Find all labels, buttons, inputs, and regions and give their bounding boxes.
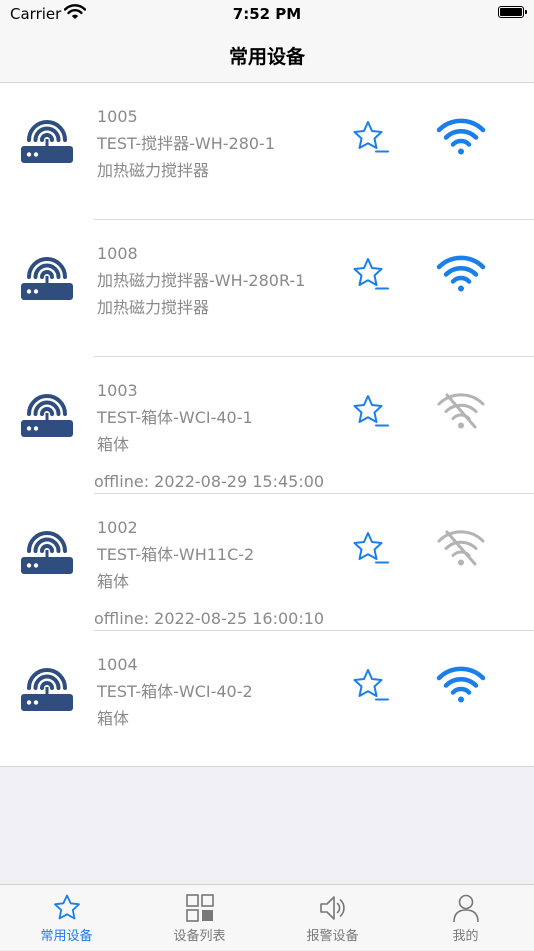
battery-icon xyxy=(498,6,527,18)
device-cell-1004[interactable]: 1004 TEST-箱体-WCI-40-2 箱体 xyxy=(0,631,534,768)
remove-favorite-button[interactable] xyxy=(350,667,390,705)
wifi-icon xyxy=(436,117,486,157)
star-minus-icon xyxy=(350,395,390,435)
status-bar: Carrier 7:52 PM xyxy=(0,0,534,30)
device-cell-1008[interactable]: 1008 加热磁力搅拌器-WH-280R-1 加热磁力搅拌器 xyxy=(0,220,534,357)
device-cell-1005[interactable]: 1005 TEST-搅拌器-WH-280-1 加热磁力搅拌器 xyxy=(0,83,534,220)
star-icon xyxy=(53,894,80,920)
device-id: 1005 xyxy=(97,107,138,126)
speaker-icon xyxy=(319,896,345,920)
navigation-bar: 常用设备 xyxy=(0,30,534,83)
wifi-off-icon xyxy=(436,391,486,431)
tab-bar: 常用设备 设备列表 报警设备 我的 xyxy=(0,884,534,950)
remove-favorite-button[interactable] xyxy=(350,119,390,157)
tab-label: 设备列表 xyxy=(173,929,226,944)
device-id: 1004 xyxy=(97,655,138,674)
device-name: 加热磁力搅拌器-WH-280R-1 xyxy=(97,271,306,290)
router-icon xyxy=(20,113,74,167)
tab-label: 报警设备 xyxy=(306,929,359,944)
offline-time: offline: 2022-08-25 16:00:10 xyxy=(94,609,325,628)
device-name: TEST-搅拌器-WH-280-1 xyxy=(97,134,276,153)
router-icon xyxy=(20,524,74,578)
router-icon xyxy=(20,661,74,715)
device-info: 1008 加热磁力搅拌器-WH-280R-1 加热磁力搅拌器 xyxy=(97,240,305,321)
device-id: 1002 xyxy=(97,518,138,537)
star-minus-icon xyxy=(350,121,390,161)
tab-device-list[interactable]: 设备列表 xyxy=(133,885,266,951)
device-type: 箱体 xyxy=(97,572,130,591)
star-minus-icon xyxy=(350,532,390,572)
device-info: 1002 TEST-箱体-WH11C-2 箱体 xyxy=(97,514,254,595)
device-cell-1002[interactable]: 1002 TEST-箱体-WH11C-2 箱体 offline: 2022-08-25… xyxy=(0,494,534,631)
device-type: 箱体 xyxy=(97,435,130,454)
device-info: 1004 TEST-箱体-WCI-40-2 箱体 xyxy=(97,651,253,732)
star-minus-icon xyxy=(350,258,390,298)
remove-favorite-button[interactable] xyxy=(350,256,390,294)
offline-time: offline: 2022-08-29 15:45:00 xyxy=(94,472,325,491)
tab-label: 我的 xyxy=(452,929,479,944)
device-id: 1008 xyxy=(97,244,138,263)
person-icon xyxy=(452,894,479,923)
device-id: 1003 xyxy=(97,381,138,400)
device-type: 加热磁力搅拌器 xyxy=(97,298,210,317)
device-name: TEST-箱体-WH11C-2 xyxy=(97,545,255,564)
remove-favorite-button[interactable] xyxy=(350,393,390,431)
grid-icon xyxy=(185,894,214,922)
device-info: 1005 TEST-搅拌器-WH-280-1 加热磁力搅拌器 xyxy=(97,103,275,184)
wifi-off-icon xyxy=(436,528,486,568)
device-name: TEST-箱体-WCI-40-1 xyxy=(97,408,253,427)
clock: 7:52 PM xyxy=(232,5,302,23)
device-type: 箱体 xyxy=(97,709,130,728)
device-type: 加热磁力搅拌器 xyxy=(97,161,210,180)
page-title: 常用设备 xyxy=(228,46,305,68)
tab-profile[interactable]: 我的 xyxy=(399,885,532,951)
router-icon xyxy=(20,387,74,441)
device-info: 1003 TEST-箱体-WCI-40-1 箱体 xyxy=(97,377,253,458)
star-minus-icon xyxy=(350,669,390,709)
device-list: 1005 TEST-搅拌器-WH-280-1 加热磁力搅拌器 1008 加热磁力搅拌器-… xyxy=(0,83,534,767)
tab-label: 常用设备 xyxy=(40,929,93,944)
tab-favorite-devices[interactable]: 常用设备 xyxy=(0,885,133,951)
device-cell-1003[interactable]: 1003 TEST-箱体-WCI-40-1 箱体 offline: 2022-08-2… xyxy=(0,357,534,494)
device-name: TEST-箱体-WCI-40-2 xyxy=(97,682,253,701)
remove-favorite-button[interactable] xyxy=(350,530,390,568)
tab-alarm-devices[interactable]: 报警设备 xyxy=(266,885,399,951)
wifi-icon xyxy=(436,665,486,705)
router-icon xyxy=(20,250,74,304)
wifi-icon xyxy=(436,254,486,294)
